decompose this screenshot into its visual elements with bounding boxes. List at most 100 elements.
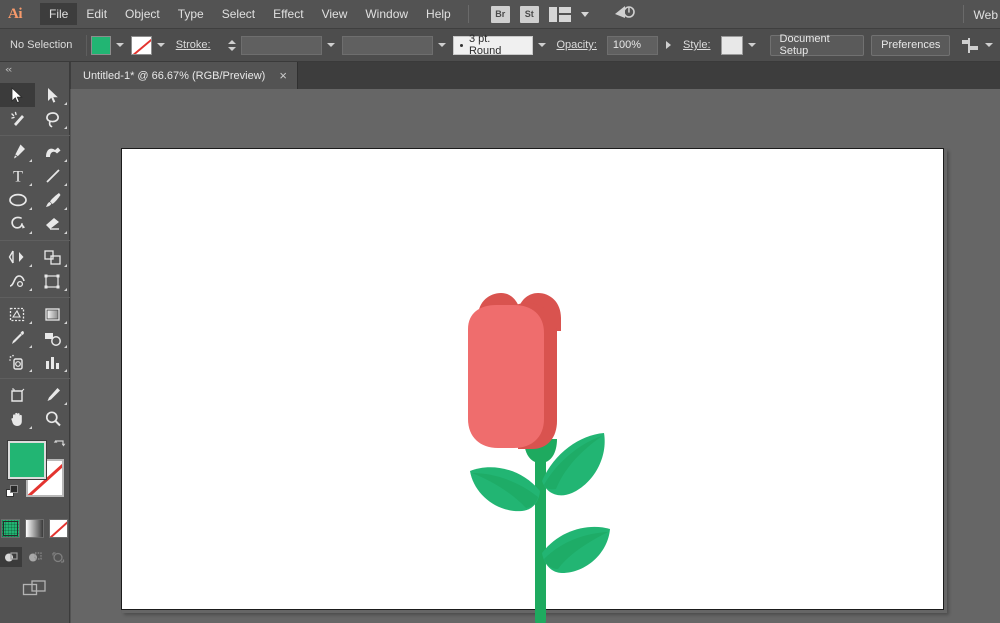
- draw-behind-button[interactable]: [24, 547, 46, 567]
- opacity-input[interactable]: 100%: [607, 36, 658, 55]
- arrange-documents-icon[interactable]: [549, 7, 571, 22]
- blend-tool[interactable]: [35, 326, 70, 350]
- fill-stroke-controls: [0, 439, 70, 517]
- default-fill-stroke-icon[interactable]: [6, 485, 19, 498]
- perspective-grid-tool[interactable]: [35, 302, 70, 326]
- artboard[interactable]: [121, 148, 944, 610]
- change-screen-mode-icon[interactable]: [22, 579, 48, 604]
- scale-tool[interactable]: [35, 245, 70, 269]
- workspace-switcher[interactable]: Web: [974, 0, 1000, 29]
- stock-button[interactable]: St: [520, 6, 539, 23]
- menu-window[interactable]: Window: [356, 3, 417, 25]
- rotate-tool[interactable]: [0, 245, 35, 269]
- flyout-indicator-icon: [64, 345, 67, 348]
- curvature-tool[interactable]: [35, 140, 70, 164]
- tools-panel-collapse-handle[interactable]: «: [0, 62, 69, 76]
- style-label[interactable]: Style:: [679, 39, 721, 51]
- direct-selection-tool[interactable]: [35, 83, 70, 107]
- free-transform-tool[interactable]: [35, 269, 70, 293]
- color-mode-button[interactable]: [1, 519, 20, 538]
- document-setup-button[interactable]: Document Setup: [770, 35, 865, 56]
- lasso-tool[interactable]: [35, 107, 70, 131]
- swap-fill-stroke-icon[interactable]: [53, 439, 66, 452]
- search-adobe-stock-icon[interactable]: [613, 3, 635, 26]
- canvas-area[interactable]: [71, 89, 1000, 623]
- rose-illustration[interactable]: [458, 291, 628, 623]
- paintbrush-tool[interactable]: [35, 188, 70, 212]
- menu-object[interactable]: Object: [116, 3, 169, 25]
- stroke-weight-input[interactable]: [241, 36, 322, 55]
- brush-preview-icon: [460, 44, 463, 47]
- symbol-sprayer-tool[interactable]: [0, 350, 35, 374]
- stroke-color-swatch[interactable]: [131, 36, 151, 55]
- graphic-style-swatch[interactable]: [721, 36, 743, 55]
- style-chevron-down-icon[interactable]: [748, 43, 756, 47]
- stroke-weight-label[interactable]: Stroke:: [172, 39, 221, 51]
- preferences-button[interactable]: Preferences: [871, 35, 950, 56]
- stroke-weight-chevron-down-icon[interactable]: [327, 43, 335, 47]
- flyout-indicator-icon: [64, 102, 67, 105]
- pen-tool[interactable]: [0, 140, 35, 164]
- align-chevron-down-icon[interactable]: [985, 43, 993, 47]
- flyout-indicator-icon: [29, 321, 32, 324]
- variable-width-profile-input[interactable]: [342, 36, 433, 55]
- flyout-indicator-icon: [64, 159, 67, 162]
- bridge-button[interactable]: Br: [491, 6, 510, 23]
- flyout-indicator-icon: [64, 288, 67, 291]
- column-graph-tool[interactable]: [35, 350, 70, 374]
- artboard-tool[interactable]: [0, 383, 35, 407]
- workspace-divider: [963, 5, 964, 23]
- screen-mode-row: [0, 579, 69, 604]
- flyout-indicator-icon: [64, 207, 67, 210]
- eraser-tool[interactable]: [35, 212, 70, 236]
- flyout-indicator-icon: [64, 321, 67, 324]
- menu-edit[interactable]: Edit: [77, 3, 116, 25]
- tools-panel: «: [0, 62, 70, 623]
- tools-divider-1: [0, 135, 70, 136]
- zoom-tool[interactable]: [35, 407, 70, 431]
- flyout-indicator-icon: [29, 426, 32, 429]
- align-icon[interactable]: [962, 38, 977, 53]
- fill-chevron-down-icon[interactable]: [116, 43, 124, 47]
- type-tool[interactable]: T: [0, 164, 35, 188]
- svg-text:T: T: [13, 169, 23, 186]
- selection-tool[interactable]: [0, 83, 35, 107]
- shaper-tool[interactable]: [0, 212, 35, 236]
- eyedropper-tool[interactable]: [0, 326, 35, 350]
- document-tab-bar: Untitled-1* @ 66.67% (RGB/Preview) ×: [0, 62, 1000, 89]
- brush-chevron-down-icon[interactable]: [538, 43, 546, 47]
- fill-color-swatch[interactable]: [91, 36, 111, 55]
- slice-tool[interactable]: [35, 383, 70, 407]
- menu-file[interactable]: File: [40, 3, 77, 25]
- shape-builder-tool[interactable]: [0, 302, 35, 326]
- brush-definition-input[interactable]: 3 pt. Round: [453, 36, 533, 55]
- draw-inside-button[interactable]: [47, 547, 69, 567]
- menu-help[interactable]: Help: [417, 3, 460, 25]
- none-mode-button[interactable]: [49, 519, 68, 538]
- menu-effect[interactable]: Effect: [264, 3, 312, 25]
- line-segment-tool[interactable]: [35, 164, 70, 188]
- magic-wand-tool[interactable]: [0, 107, 35, 131]
- opacity-expand-icon[interactable]: [666, 41, 671, 49]
- menu-view[interactable]: View: [313, 3, 357, 25]
- stroke-chevron-down-icon[interactable]: [157, 43, 165, 47]
- gradient-mode-button[interactable]: [25, 519, 44, 538]
- document-tab[interactable]: Untitled-1* @ 66.67% (RGB/Preview) ×: [71, 62, 298, 89]
- menubar-right-group: Br St: [491, 3, 635, 26]
- tools-divider-3: [0, 297, 70, 298]
- ellipse-tool[interactable]: [0, 188, 35, 212]
- arrange-chevron-down-icon[interactable]: [581, 12, 589, 17]
- illustrator-window: Ai File Edit Object Type Select Effect V…: [0, 0, 1000, 623]
- fill-swatch-large[interactable]: [8, 441, 46, 479]
- menu-select[interactable]: Select: [213, 3, 264, 25]
- rose-bud-body: [468, 305, 544, 448]
- opacity-label[interactable]: Opacity:: [553, 39, 607, 51]
- width-tool[interactable]: [0, 269, 35, 293]
- stroke-weight-stepper[interactable]: [227, 36, 237, 54]
- close-icon[interactable]: ×: [279, 70, 287, 81]
- hand-tool[interactable]: [0, 407, 35, 431]
- menu-type[interactable]: Type: [169, 3, 213, 25]
- drawing-mode-row: [0, 547, 69, 567]
- draw-normal-button[interactable]: [0, 547, 22, 567]
- width-profile-chevron-down-icon[interactable]: [438, 43, 446, 47]
